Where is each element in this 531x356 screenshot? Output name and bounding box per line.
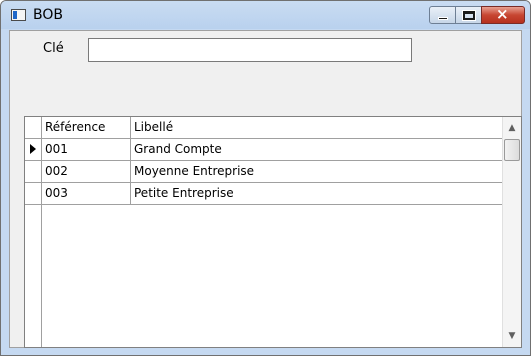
cell-reference[interactable]: 001 <box>42 139 131 160</box>
grid-body: 001 Grand Compte 002 Moyenne Entreprise … <box>25 139 503 205</box>
row-selector[interactable] <box>25 183 42 204</box>
scroll-up-arrow-icon[interactable]: ▲ <box>503 119 521 137</box>
scroll-down-arrow-icon[interactable]: ▼ <box>503 327 521 345</box>
cell-reference[interactable]: 002 <box>42 161 131 182</box>
window-title: BOB <box>33 7 63 23</box>
vertical-scrollbar[interactable]: ▲ ▼ <box>502 117 521 347</box>
cell-libelle[interactable]: Grand Compte <box>131 139 503 160</box>
table-row[interactable]: 003 Petite Entreprise <box>25 183 503 205</box>
minimize-button[interactable] <box>429 6 456 24</box>
close-button[interactable]: × <box>481 5 525 24</box>
row-header-strip <box>25 205 42 347</box>
row-pointer-icon <box>30 144 36 154</box>
key-label: Clé <box>43 41 64 56</box>
cell-libelle[interactable]: Moyenne Entreprise <box>131 161 503 182</box>
row-selector[interactable] <box>25 139 42 160</box>
row-header-corner[interactable] <box>25 117 42 138</box>
app-window-icon[interactable] <box>11 9 26 21</box>
table-row[interactable]: 001 Grand Compte <box>25 139 503 161</box>
key-input[interactable] <box>88 38 412 62</box>
maximize-icon <box>463 11 475 20</box>
title-bar[interactable]: BOB × <box>1 1 530 29</box>
cell-libelle[interactable]: Petite Entreprise <box>131 183 503 204</box>
cell-reference[interactable]: 003 <box>42 183 131 204</box>
row-selector[interactable] <box>25 161 42 182</box>
maximize-button[interactable] <box>455 6 482 24</box>
column-header-reference[interactable]: Référence <box>42 117 131 138</box>
minimize-icon <box>438 17 448 20</box>
table-row[interactable]: 002 Moyenne Entreprise <box>25 161 503 183</box>
grid-header: Référence Libellé <box>25 117 503 139</box>
scrollbar-thumb[interactable] <box>504 139 520 161</box>
column-header-libelle[interactable]: Libellé <box>131 117 503 138</box>
close-icon: × <box>496 5 509 23</box>
data-grid[interactable]: Référence Libellé 001 Grand Compte 002 M… <box>24 116 522 348</box>
window: BOB × Clé Référence Libellé 001 Grand Co… <box>0 0 531 356</box>
